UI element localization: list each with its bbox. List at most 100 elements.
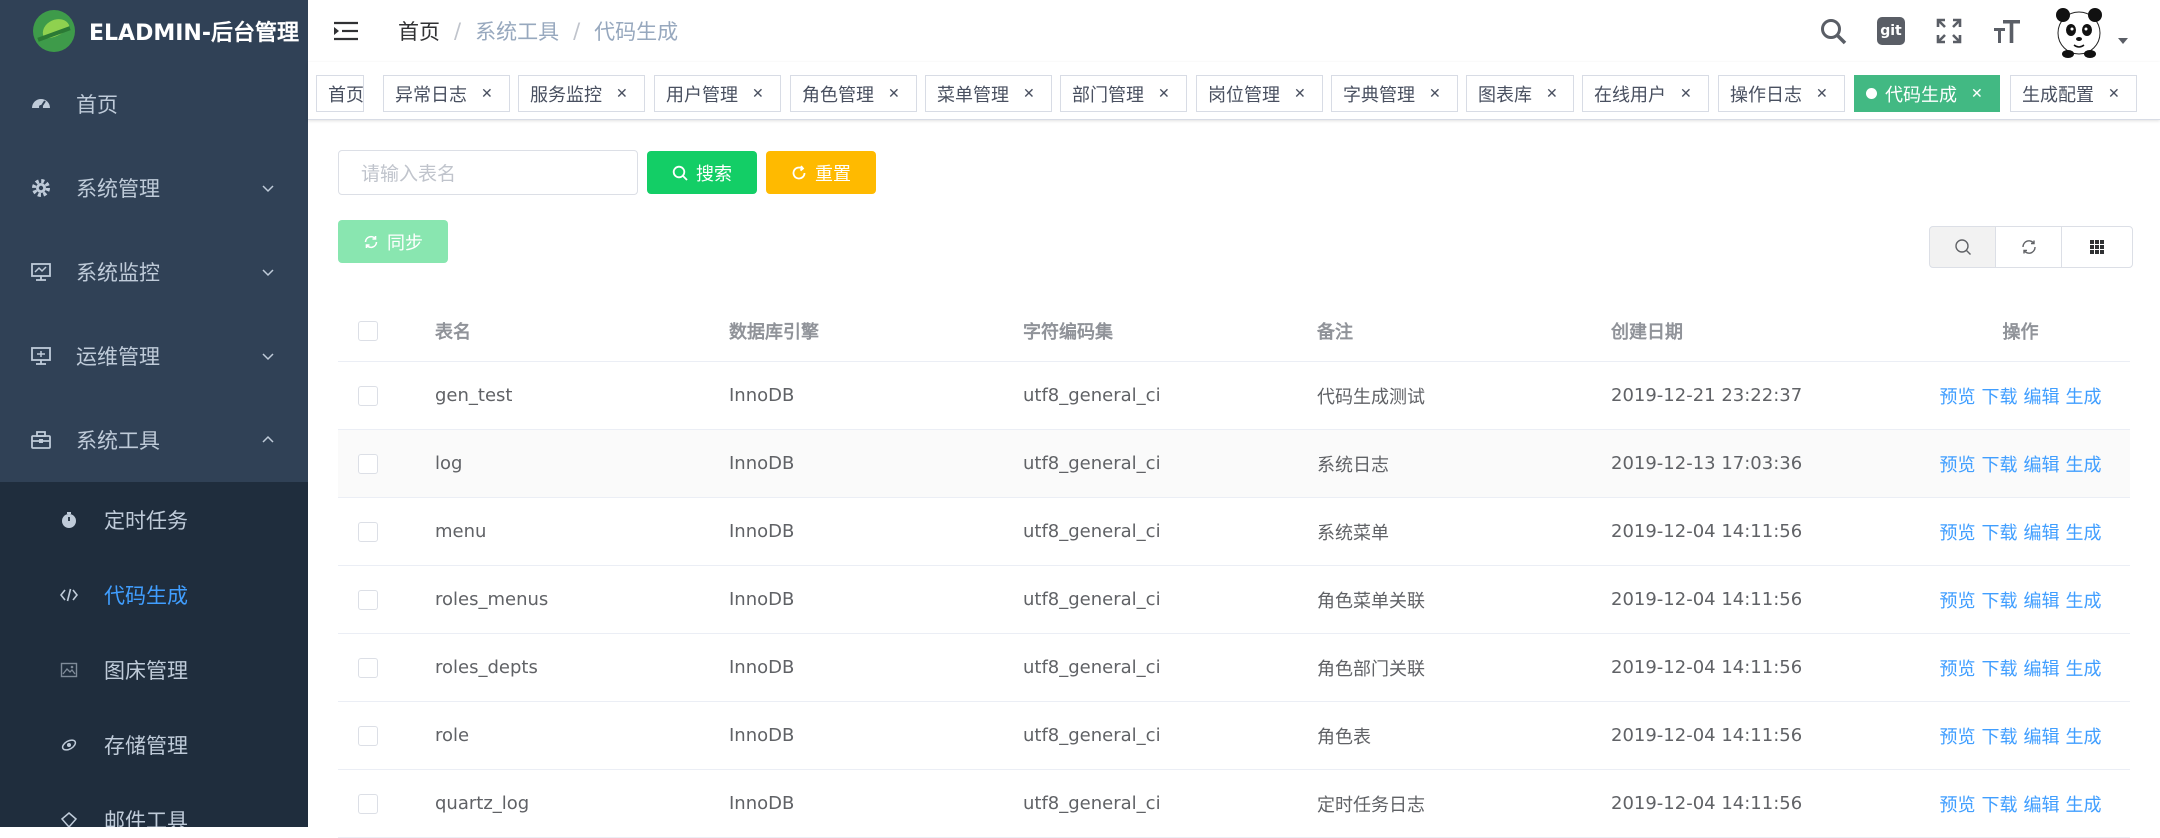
edit-link[interactable]: 编辑 [2024,659,2060,680]
logo[interactable]: ELADMIN-后台管理 [0,0,308,62]
tag-home[interactable]: 首页 [316,75,364,112]
refresh-button[interactable] [1995,226,2062,268]
preview-link[interactable]: 预览 [1940,591,1976,612]
tag-dept-mgmt[interactable]: 部门管理 ✕ [1060,75,1187,112]
sidebar-item-label: 邮件工具 [104,808,188,828]
tag-operation-log[interactable]: 操作日志 ✕ [1718,75,1845,112]
preview-link[interactable]: 预览 [1940,795,1976,816]
download-link[interactable]: 下载 [1982,795,2018,816]
sidebar-item-label: 代码生成 [104,583,188,608]
row-checkbox[interactable] [358,793,378,814]
column-header-actions: 操作 [2002,321,2039,343]
tag-role-mgmt[interactable]: 角色管理 ✕ [790,75,917,112]
search-icon[interactable] [1818,16,1848,46]
close-icon[interactable]: ✕ [1816,86,1828,102]
preview-link[interactable]: 预览 [1940,523,1976,544]
edit-link[interactable]: 编辑 [2024,455,2060,476]
download-link[interactable]: 下载 [1982,455,2018,476]
close-icon[interactable]: ✕ [1546,86,1558,102]
toggle-search-button[interactable] [1929,226,1996,268]
generate-link[interactable]: 生成 [2066,659,2102,680]
sidebar-item-ops[interactable]: 运维管理 [0,314,308,398]
generate-link[interactable]: 生成 [2066,795,2102,816]
row-checkbox[interactable] [358,725,378,746]
preview-link[interactable]: 预览 [1940,727,1976,748]
search-button-label: 搜索 [696,163,732,185]
tag-gen-config[interactable]: 生成配置 ✕ [2010,75,2137,112]
tag-server-monitor[interactable]: 服务监控 ✕ [518,75,645,112]
edit-link[interactable]: 编辑 [2024,387,2060,408]
row-checkbox[interactable] [358,453,378,474]
generate-link[interactable]: 生成 [2066,523,2102,544]
row-checkbox[interactable] [358,589,378,610]
sidebar-item-codegen[interactable]: 代码生成 [0,557,308,632]
edit-link[interactable]: 编辑 [2024,523,2060,544]
table-row: gen_test InnoDB utf8_general_ci 代码生成测试 2… [338,362,2130,430]
breadcrumb-item-home[interactable]: 首页 [398,16,440,46]
close-icon[interactable]: ✕ [1158,86,1170,102]
tag-code-gen[interactable]: 代码生成 ✕ [1854,75,2000,112]
generate-link[interactable]: 生成 [2066,455,2102,476]
close-icon[interactable]: ✕ [2108,86,2120,102]
close-icon[interactable]: ✕ [616,86,628,102]
preview-link[interactable]: 预览 [1940,455,1976,476]
edit-link[interactable]: 编辑 [2024,727,2060,748]
cell-actions: 预览 下载 编辑 生成 [1911,791,2130,817]
sidebar-item-image-host[interactable]: 图床管理 [0,632,308,707]
row-checkbox[interactable] [358,385,378,406]
sync-button[interactable]: 同步 [338,220,448,263]
tag-menu-mgmt[interactable]: 菜单管理 ✕ [925,75,1052,112]
tag-dict-mgmt[interactable]: 字典管理 ✕ [1331,75,1458,112]
column-settings-button[interactable] [2061,226,2133,268]
download-link[interactable]: 下载 [1982,659,2018,680]
download-link[interactable]: 下载 [1982,591,2018,612]
chevron-down-icon [262,269,274,277]
download-link[interactable]: 下载 [1982,387,2018,408]
table-name-input[interactable]: 请输入表名 [338,150,638,195]
git-icon[interactable]: git [1876,16,1906,46]
hamburger-icon[interactable] [332,17,360,45]
dashboard-icon [30,93,52,115]
tag-job-mgmt[interactable]: 岗位管理 ✕ [1196,75,1323,112]
close-icon[interactable]: ✕ [888,86,900,102]
generate-link[interactable]: 生成 [2066,591,2102,612]
close-icon[interactable]: ✕ [1429,86,1441,102]
download-link[interactable]: 下载 [1982,523,2018,544]
reset-button[interactable]: 重置 [766,151,876,194]
close-icon[interactable]: ✕ [752,86,764,102]
close-icon[interactable]: ✕ [481,86,493,102]
tag-error-log[interactable]: 异常日志 ✕ [383,75,510,112]
tag-chart-lib[interactable]: 图表库 ✕ [1466,75,1574,112]
sidebar-item-email[interactable]: 邮件工具 [0,782,308,827]
avatar[interactable] [2050,2,2108,60]
download-link[interactable]: 下载 [1982,727,2018,748]
sidebar-item-home[interactable]: 首页 [0,62,308,146]
generate-link[interactable]: 生成 [2066,387,2102,408]
preview-link[interactable]: 预览 [1940,659,1976,680]
close-icon[interactable]: ✕ [1294,86,1306,102]
fullscreen-icon[interactable] [1934,16,1964,46]
search-button[interactable]: 搜索 [647,151,757,194]
caret-down-icon[interactable] [2116,34,2130,48]
select-all-checkbox[interactable] [358,320,378,341]
search-icon [672,165,688,181]
close-icon[interactable]: ✕ [1680,86,1692,102]
sidebar-item-monitor[interactable]: 系统监控 [0,230,308,314]
breadcrumb-item-tools: 系统工具 [475,20,560,44]
row-checkbox[interactable] [358,657,378,678]
font-size-icon[interactable] [1992,16,2022,46]
cell-collation: utf8_general_ci [1023,793,1161,814]
sidebar-item-storage[interactable]: 存储管理 [0,707,308,782]
sidebar-item-tools[interactable]: 系统工具 [0,398,308,482]
tag-user-mgmt[interactable]: 用户管理 ✕ [654,75,781,112]
row-checkbox[interactable] [358,521,378,542]
sidebar-item-timer[interactable]: 定时任务 [0,482,308,557]
close-icon[interactable]: ✕ [1023,86,1035,102]
sidebar-item-system[interactable]: 系统管理 [0,146,308,230]
edit-link[interactable]: 编辑 [2024,795,2060,816]
tag-online-users[interactable]: 在线用户 ✕ [1582,75,1709,112]
edit-link[interactable]: 编辑 [2024,591,2060,612]
preview-link[interactable]: 预览 [1940,387,1976,408]
generate-link[interactable]: 生成 [2066,727,2102,748]
close-icon[interactable]: ✕ [1971,86,1983,102]
